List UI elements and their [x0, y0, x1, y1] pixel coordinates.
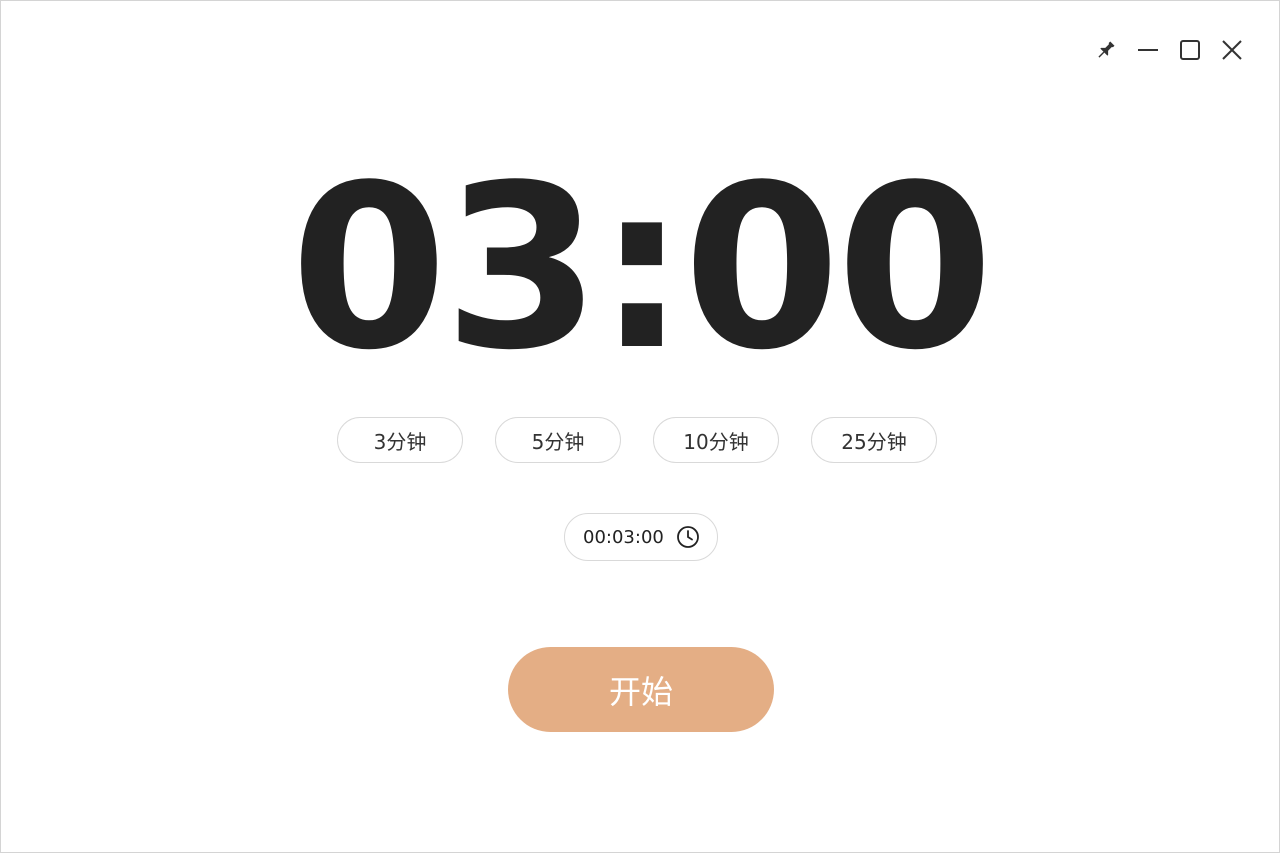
preset-buttons: 3分钟 5分钟 10分钟 25分钟 — [337, 417, 937, 463]
maximize-icon — [1178, 38, 1202, 62]
preset-5min-button[interactable]: 5分钟 — [495, 417, 621, 463]
preset-3min-button[interactable]: 3分钟 — [337, 417, 463, 463]
time-picker-value: 00:03:00 — [583, 526, 664, 548]
start-button[interactable]: 开始 — [508, 647, 774, 732]
pin-icon — [1094, 38, 1118, 62]
maximize-button[interactable] — [1169, 29, 1211, 71]
time-picker-input[interactable]: 00:03:00 — [564, 513, 718, 561]
close-button[interactable] — [1211, 29, 1253, 71]
minimize-icon — [1136, 38, 1160, 62]
clock-icon — [675, 524, 701, 550]
pin-button[interactable] — [1085, 29, 1127, 71]
preset-10min-button[interactable]: 10分钟 — [653, 417, 779, 463]
countdown-display: 03:00 — [290, 137, 993, 400]
close-icon — [1220, 38, 1244, 62]
minimize-button[interactable] — [1127, 29, 1169, 71]
window-controls — [1085, 29, 1253, 71]
app-window: 03:00 3分钟 5分钟 10分钟 25分钟 00:03:00 开始 — [0, 0, 1280, 853]
preset-25min-button[interactable]: 25分钟 — [811, 417, 937, 463]
